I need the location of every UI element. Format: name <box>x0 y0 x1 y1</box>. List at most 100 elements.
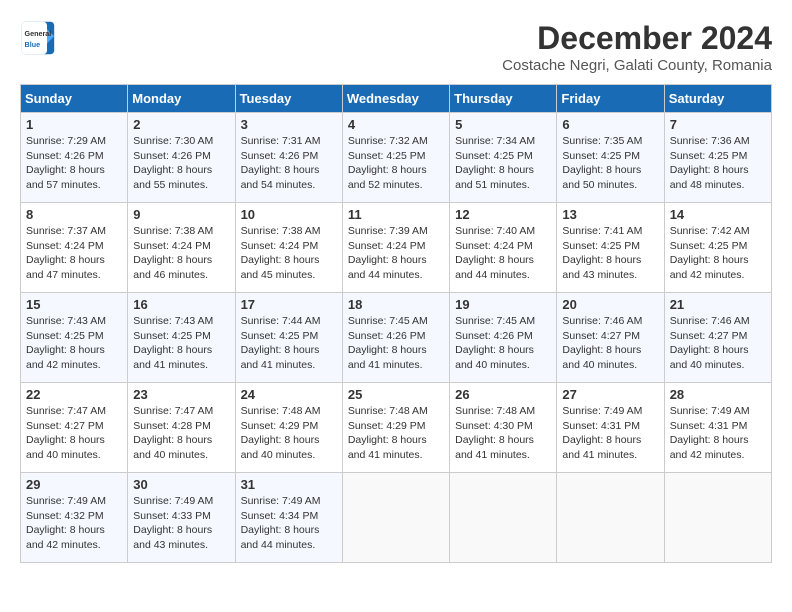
calendar-week-row: 29 Sunrise: 7:49 AMSunset: 4:32 PMDayligh… <box>21 473 772 563</box>
calendar-cell: 28 Sunrise: 7:49 AMSunset: 4:31 PMDayligh… <box>664 383 771 473</box>
day-info: Sunrise: 7:44 AMSunset: 4:25 PMDaylight:… <box>241 315 321 371</box>
calendar-cell: 26Sunrise: 7:48 AMSunset: 4:30 PMDayligh… <box>450 383 557 473</box>
weekday-header-row: SundayMondayTuesdayWednesdayThursdayFrid… <box>21 85 772 113</box>
weekday-header-sunday: Sunday <box>21 85 128 113</box>
calendar-cell: 16 Sunrise: 7:43 AMSunset: 4:25 PMDayligh… <box>128 293 235 383</box>
day-info: Sunrise: 7:30 AMSunset: 4:26 PMDaylight:… <box>133 135 213 191</box>
day-info: Sunrise: 7:47 AMSunset: 4:27 PMDaylight:… <box>26 405 106 461</box>
day-info: Sunrise: 7:39 AMSunset: 4:24 PMDaylight:… <box>348 225 428 281</box>
day-info: Sunrise: 7:38 AMSunset: 4:24 PMDaylight:… <box>133 225 213 281</box>
day-number: 10 <box>241 207 337 222</box>
day-number: 25 <box>348 387 444 402</box>
day-info: Sunrise: 7:45 AMSunset: 4:26 PMDaylight:… <box>455 315 535 371</box>
logo-icon: General Blue <box>20 20 56 56</box>
day-number: 30 <box>133 477 229 492</box>
calendar-week-row: 22 Sunrise: 7:47 AMSunset: 4:27 PMDayligh… <box>21 383 772 473</box>
day-number: 21 <box>670 297 766 312</box>
calendar-cell: 30 Sunrise: 7:49 AMSunset: 4:33 PMDayligh… <box>128 473 235 563</box>
weekday-header-monday: Monday <box>128 85 235 113</box>
day-info: Sunrise: 7:48 AMSunset: 4:30 PMDaylight:… <box>455 405 535 461</box>
day-number: 31 <box>241 477 337 492</box>
calendar-cell: 23 Sunrise: 7:47 AMSunset: 4:28 PMDayligh… <box>128 383 235 473</box>
day-number: 29 <box>26 477 122 492</box>
day-info: Sunrise: 7:36 AMSunset: 4:25 PMDaylight:… <box>670 135 750 191</box>
day-info: Sunrise: 7:49 AMSunset: 4:34 PMDaylight:… <box>241 495 321 551</box>
day-info: Sunrise: 7:49 AMSunset: 4:32 PMDaylight:… <box>26 495 106 551</box>
day-info: Sunrise: 7:35 AMSunset: 4:25 PMDaylight:… <box>562 135 642 191</box>
day-info: Sunrise: 7:43 AMSunset: 4:25 PMDaylight:… <box>133 315 213 371</box>
location-title: Costache Negri, Galati County, Romania <box>502 57 772 74</box>
day-number: 14 <box>670 207 766 222</box>
weekday-header-saturday: Saturday <box>664 85 771 113</box>
day-number: 18 <box>348 297 444 312</box>
day-info: Sunrise: 7:40 AMSunset: 4:24 PMDaylight:… <box>455 225 535 281</box>
weekday-header-thursday: Thursday <box>450 85 557 113</box>
day-info: Sunrise: 7:48 AMSunset: 4:29 PMDaylight:… <box>348 405 428 461</box>
calendar-cell: 13 Sunrise: 7:41 AMSunset: 4:25 PMDayligh… <box>557 203 664 293</box>
day-number: 9 <box>133 207 229 222</box>
calendar-cell: 22 Sunrise: 7:47 AMSunset: 4:27 PMDayligh… <box>21 383 128 473</box>
day-info: Sunrise: 7:42 AMSunset: 4:25 PMDaylight:… <box>670 225 750 281</box>
calendar-cell <box>342 473 449 563</box>
calendar-cell: 11 Sunrise: 7:39 AMSunset: 4:24 PMDayligh… <box>342 203 449 293</box>
calendar-cell: 31 Sunrise: 7:49 AMSunset: 4:34 PMDayligh… <box>235 473 342 563</box>
day-info: Sunrise: 7:49 AMSunset: 4:31 PMDaylight:… <box>562 405 642 461</box>
day-info: Sunrise: 7:31 AMSunset: 4:26 PMDaylight:… <box>241 135 321 191</box>
day-info: Sunrise: 7:38 AMSunset: 4:24 PMDaylight:… <box>241 225 321 281</box>
calendar-cell: 19 Sunrise: 7:45 AMSunset: 4:26 PMDayligh… <box>450 293 557 383</box>
day-number: 3 <box>241 117 337 132</box>
calendar-cell: 20Sunrise: 7:46 AMSunset: 4:27 PMDayligh… <box>557 293 664 383</box>
calendar-cell: 21 Sunrise: 7:46 AMSunset: 4:27 PMDayligh… <box>664 293 771 383</box>
calendar-cell: 9 Sunrise: 7:38 AMSunset: 4:24 PMDaylight… <box>128 203 235 293</box>
day-number: 7 <box>670 117 766 132</box>
calendar-cell: 27Sunrise: 7:49 AMSunset: 4:31 PMDayligh… <box>557 383 664 473</box>
day-number: 22 <box>26 387 122 402</box>
calendar-cell <box>557 473 664 563</box>
day-number: 12 <box>455 207 551 222</box>
calendar-week-row: 8 Sunrise: 7:37 AMSunset: 4:24 PMDaylight… <box>21 203 772 293</box>
day-number: 16 <box>133 297 229 312</box>
day-info: Sunrise: 7:34 AMSunset: 4:25 PMDaylight:… <box>455 135 535 191</box>
day-info: Sunrise: 7:46 AMSunset: 4:27 PMDaylight:… <box>670 315 750 371</box>
day-info: Sunrise: 7:41 AMSunset: 4:25 PMDaylight:… <box>562 225 642 281</box>
calendar-cell: 25 Sunrise: 7:48 AMSunset: 4:29 PMDayligh… <box>342 383 449 473</box>
day-info: Sunrise: 7:46 AMSunset: 4:27 PMDaylight:… <box>562 315 642 371</box>
day-number: 24 <box>241 387 337 402</box>
calendar-cell: 7 Sunrise: 7:36 AMSunset: 4:25 PMDaylight… <box>664 113 771 203</box>
page-header: General Blue December 2024 Costache Negr… <box>20 20 772 74</box>
month-title: December 2024 <box>502 20 772 57</box>
day-info: Sunrise: 7:48 AMSunset: 4:29 PMDaylight:… <box>241 405 321 461</box>
day-number: 1 <box>26 117 122 132</box>
svg-text:General: General <box>25 29 52 38</box>
calendar-cell: 1Sunrise: 7:29 AMSunset: 4:26 PMDaylight… <box>21 113 128 203</box>
day-info: Sunrise: 7:32 AMSunset: 4:25 PMDaylight:… <box>348 135 428 191</box>
calendar-cell: 18 Sunrise: 7:45 AMSunset: 4:26 PMDayligh… <box>342 293 449 383</box>
calendar-cell: 3 Sunrise: 7:31 AMSunset: 4:26 PMDaylight… <box>235 113 342 203</box>
day-info: Sunrise: 7:43 AMSunset: 4:25 PMDaylight:… <box>26 315 106 371</box>
day-number: 23 <box>133 387 229 402</box>
day-number: 11 <box>348 207 444 222</box>
title-section: December 2024 Costache Negri, Galati Cou… <box>502 20 772 74</box>
day-info: Sunrise: 7:45 AMSunset: 4:26 PMDaylight:… <box>348 315 428 371</box>
calendar-table: SundayMondayTuesdayWednesdayThursdayFrid… <box>20 84 772 563</box>
calendar-cell: 15 Sunrise: 7:43 AMSunset: 4:25 PMDayligh… <box>21 293 128 383</box>
calendar-cell: 24 Sunrise: 7:48 AMSunset: 4:29 PMDayligh… <box>235 383 342 473</box>
calendar-cell: 12 Sunrise: 7:40 AMSunset: 4:24 PMDayligh… <box>450 203 557 293</box>
weekday-header-wednesday: Wednesday <box>342 85 449 113</box>
day-number: 8 <box>26 207 122 222</box>
day-number: 15 <box>26 297 122 312</box>
weekday-header-friday: Friday <box>557 85 664 113</box>
svg-text:Blue: Blue <box>25 40 41 49</box>
calendar-cell: 2Sunrise: 7:30 AMSunset: 4:26 PMDaylight… <box>128 113 235 203</box>
calendar-cell: 29 Sunrise: 7:49 AMSunset: 4:32 PMDayligh… <box>21 473 128 563</box>
day-info: Sunrise: 7:47 AMSunset: 4:28 PMDaylight:… <box>133 405 213 461</box>
day-number: 28 <box>670 387 766 402</box>
day-info: Sunrise: 7:49 AMSunset: 4:33 PMDaylight:… <box>133 495 213 551</box>
day-info: Sunrise: 7:49 AMSunset: 4:31 PMDaylight:… <box>670 405 750 461</box>
day-number: 13 <box>562 207 658 222</box>
day-info: Sunrise: 7:37 AMSunset: 4:24 PMDaylight:… <box>26 225 106 281</box>
calendar-cell: 6Sunrise: 7:35 AMSunset: 4:25 PMDaylight… <box>557 113 664 203</box>
calendar-cell: 5 Sunrise: 7:34 AMSunset: 4:25 PMDaylight… <box>450 113 557 203</box>
day-number: 19 <box>455 297 551 312</box>
day-number: 5 <box>455 117 551 132</box>
